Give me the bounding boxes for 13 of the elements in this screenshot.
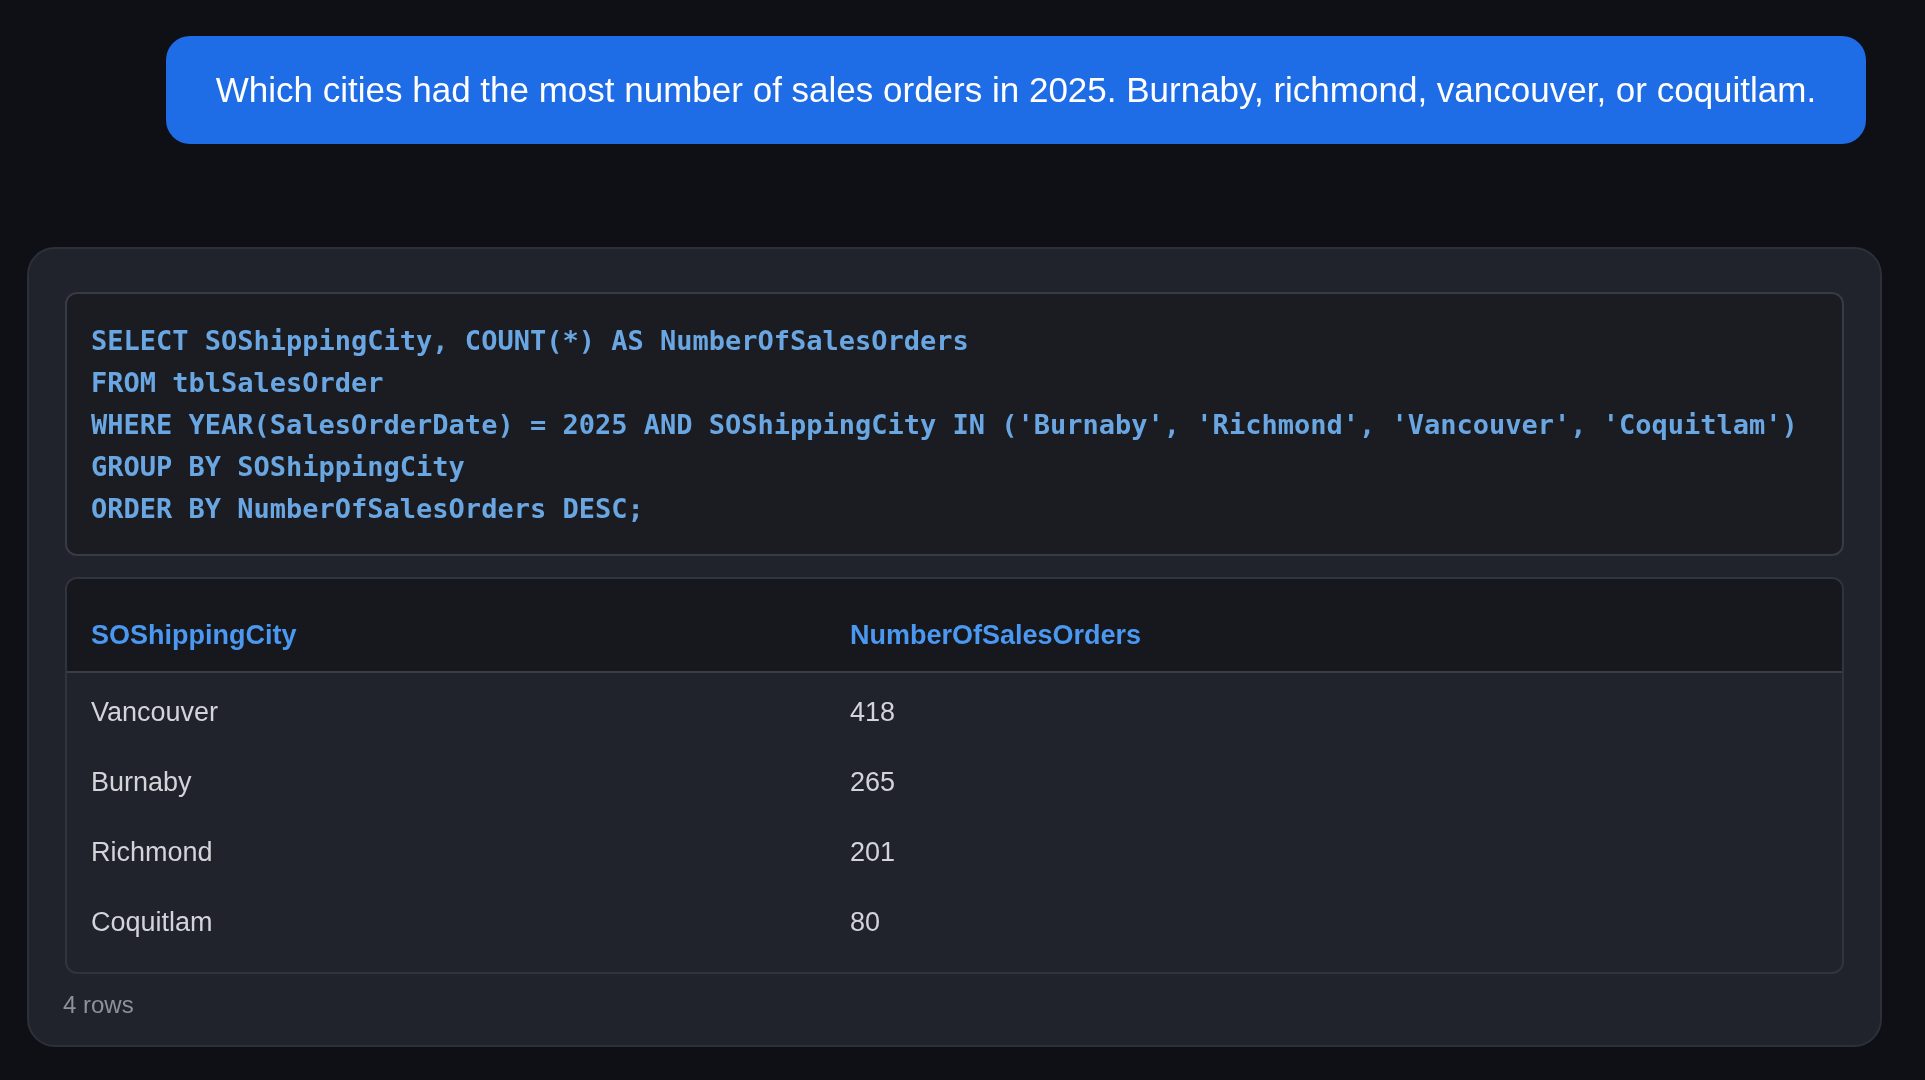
table-cell: Richmond	[91, 836, 213, 867]
table-cell: Burnaby	[91, 766, 192, 797]
table-cell: 201	[850, 836, 896, 867]
table-cell: Coquitlam	[91, 906, 213, 937]
column-header: NumberOfSalesOrders	[850, 619, 1142, 650]
column-header: SOShippingCity	[91, 619, 297, 650]
sql-code-block: SELECT SOShippingCity, COUNT(*) AS NumberOfSalesOrders FROM tblSalesOrder WHERE YEAR(SalesOrderDate) = 2025 AND SOShippingCity IN ('Burnaby', 'Richmond', 'Vancouver', 'Coquitlam') GROUP BY SOShippingCity ORDER BY NumberOfSalesOrders DESC;	[65, 292, 1844, 556]
table-cell: 265	[850, 766, 896, 797]
table-cell: Vancouver	[91, 696, 219, 727]
table-cell: 418	[850, 696, 896, 727]
table-cell: 80	[850, 906, 881, 937]
user-message-bubble: Which cities had the most number of sales orders in 2025. Burnaby, richmond, vancouver, or coquitlam.	[166, 36, 1866, 144]
row-count-label: 4 rows	[63, 991, 134, 1018]
